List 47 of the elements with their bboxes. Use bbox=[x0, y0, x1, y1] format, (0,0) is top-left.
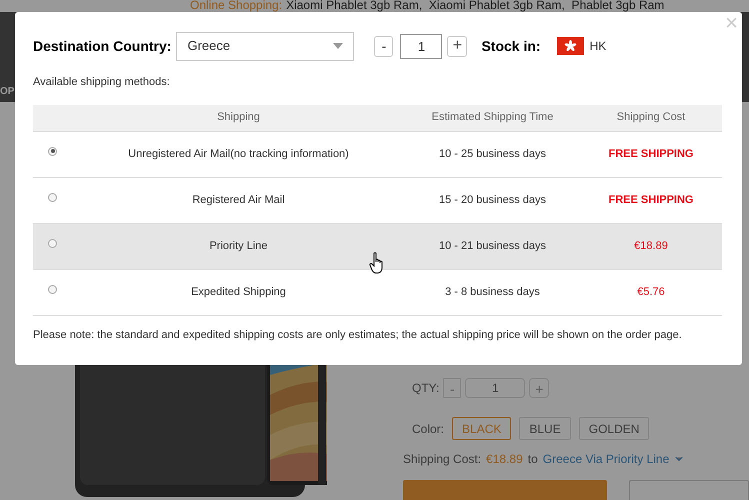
qty-field[interactable]: 1 bbox=[400, 34, 442, 58]
shipping-cost: €18.89 bbox=[634, 240, 668, 252]
shipping-row[interactable]: Registered Air Mail 15 - 20 business days FREE SHIPPING bbox=[33, 178, 722, 224]
color-option[interactable]: GOLDEN bbox=[578, 417, 650, 440]
shipping-cost-label: Shipping Cost: bbox=[403, 451, 482, 468]
shipping-row[interactable]: Priority Line 10 - 21 business days €18.89 bbox=[33, 224, 722, 270]
qty-minus-button[interactable]: - bbox=[374, 36, 394, 56]
shipping-note: Please note: the standard and expedited shipping costs are only estimates; the actual shipping price will be shown on the order page. bbox=[33, 328, 683, 342]
flag-icon bbox=[556, 37, 584, 55]
caret-icon bbox=[333, 43, 344, 49]
shipping-method: Unregistered Air Mail(no tracking information) bbox=[128, 148, 349, 160]
shipping-cost: FREE SHIPPING bbox=[608, 148, 694, 160]
radio-button[interactable] bbox=[48, 146, 57, 156]
methods-label: Available shipping methods: bbox=[33, 75, 171, 90]
qty-plus-button[interactable]: + bbox=[529, 378, 550, 398]
destination-label: Destination Country: bbox=[33, 36, 172, 56]
shipping-row[interactable]: Unregistered Air Mail(no tracking information) 10 - 25 business days FREE SHIPPING bbox=[33, 132, 722, 178]
color-option[interactable]: BLUE bbox=[519, 417, 571, 440]
stock-location: HK bbox=[590, 38, 606, 55]
qty-minus-button[interactable]: - bbox=[443, 378, 462, 398]
stock-label: Stock in: bbox=[481, 36, 541, 56]
column-header: Shipping Cost bbox=[616, 111, 686, 124]
shipping-to: to bbox=[528, 451, 538, 468]
column-header: Estimated Shipping Time bbox=[432, 111, 554, 124]
column-header: Shipping bbox=[217, 111, 260, 124]
radio-button[interactable] bbox=[48, 238, 57, 248]
shipping-method: Priority Line bbox=[209, 240, 268, 252]
shipping-time: 10 - 21 business days bbox=[438, 240, 546, 252]
header-text: Xiaomi Phablet 3gb Ram, Xiaomi Phablet 3gb Ram, Phablet 3gb Ram bbox=[286, 0, 664, 10]
shipping-cost: FREE SHIPPING bbox=[608, 194, 694, 206]
shipping-destination-link[interactable]: Greece Via Priority Line bbox=[542, 450, 686, 468]
country-select[interactable]: Greece bbox=[176, 32, 354, 60]
color-label: Color: bbox=[412, 420, 444, 438]
shipping-cost: €5.76 bbox=[637, 286, 665, 298]
shipping-time: 15 - 20 business days bbox=[438, 194, 546, 206]
shipping-method: Registered Air Mail bbox=[192, 194, 285, 206]
qty-label: QTY: bbox=[412, 380, 440, 397]
radio-button[interactable] bbox=[48, 284, 57, 294]
shipping-method: Expedited Shipping bbox=[191, 286, 286, 298]
radio-button[interactable] bbox=[48, 192, 57, 202]
shipping-time: 10 - 25 business days bbox=[438, 148, 546, 160]
shipping-price: €18.89 bbox=[486, 451, 523, 468]
shipping-row[interactable]: Expedited Shipping 3 - 8 business days €5.76 bbox=[33, 270, 722, 316]
shipping-time: 3 - 8 business days bbox=[445, 286, 540, 298]
qty-plus-button[interactable]: + bbox=[447, 36, 468, 56]
qty-field[interactable]: 1 bbox=[465, 378, 526, 398]
nav-fragment[interactable]: OP bbox=[0, 86, 14, 98]
